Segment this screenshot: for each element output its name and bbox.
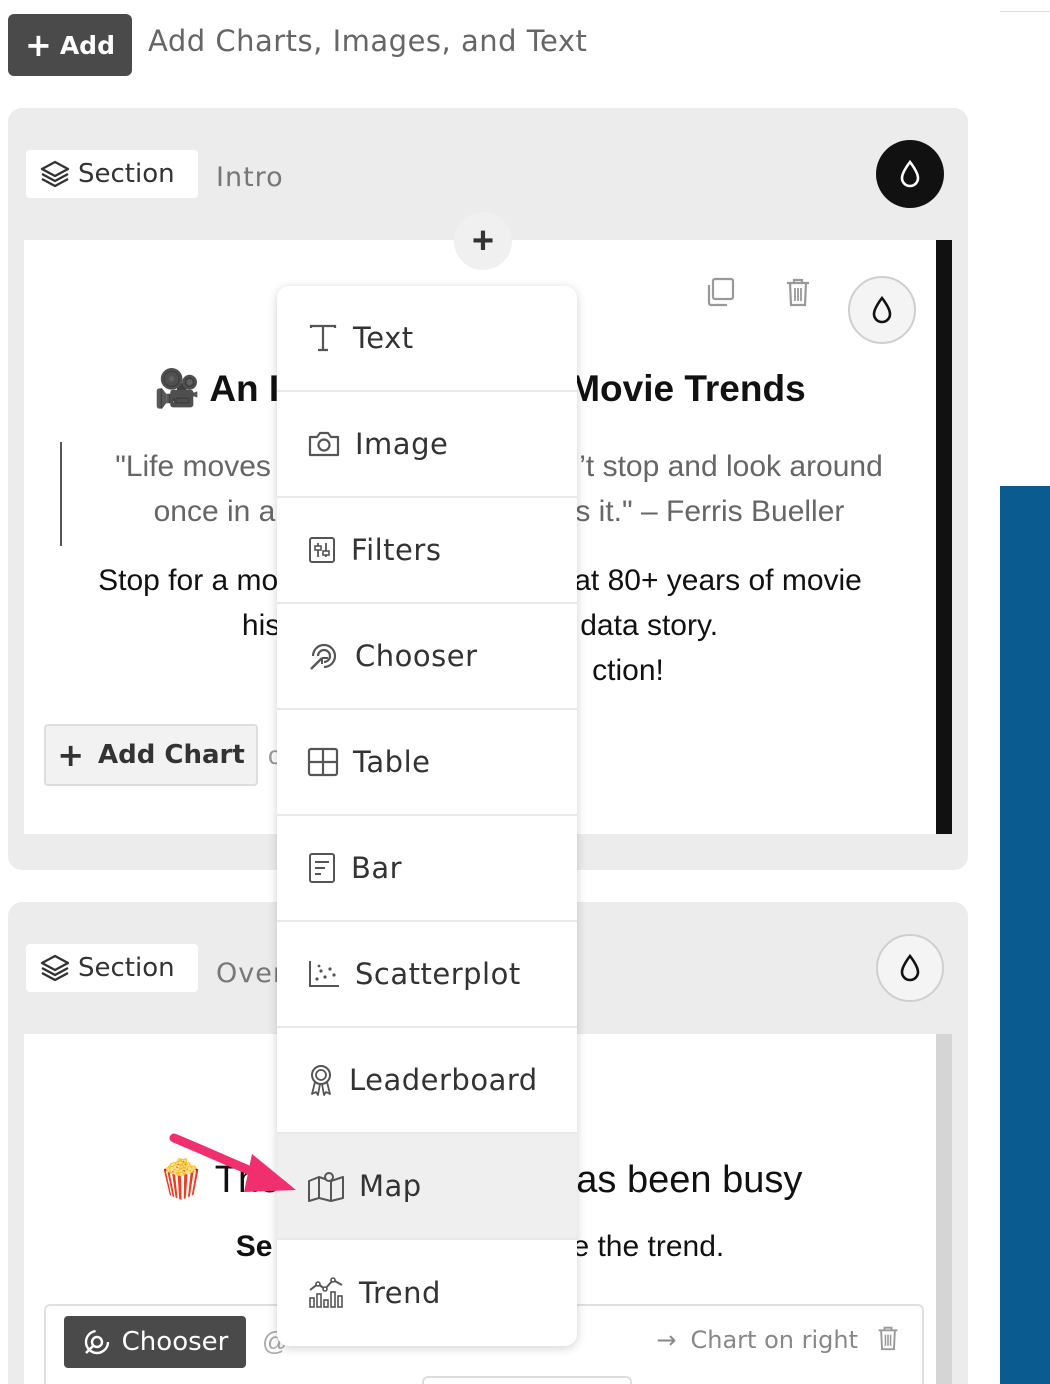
copy-icon[interactable] (704, 276, 736, 308)
add-button-label: Add (59, 30, 115, 60)
droplet-icon (900, 159, 920, 188)
chart-position-label: Chart on right (690, 1326, 859, 1354)
plus-icon: + (57, 736, 84, 774)
right-preview-panel (1000, 486, 1050, 1384)
plus-icon: + (25, 26, 52, 64)
section-style-button[interactable] (876, 934, 944, 1002)
arrow-right-icon: → (656, 1326, 677, 1354)
add-hint-text: Add Charts, Images, and Text (148, 24, 588, 58)
section-name[interactable]: Over (216, 958, 285, 989)
map-icon (308, 1172, 344, 1202)
chooser-label: Chooser (121, 1327, 229, 1357)
filters-icon (309, 537, 335, 563)
table-icon (307, 747, 339, 777)
trend-icon (309, 1277, 343, 1308)
camera-icon (308, 431, 340, 457)
droplet-icon (872, 295, 892, 324)
insert-menu: Text Image Filters Chooser Table Bar Sca… (277, 286, 577, 1346)
card-actions (704, 276, 812, 308)
scatterplot-icon (309, 961, 339, 987)
menu-item-text[interactable]: Text (277, 286, 577, 392)
chooser-button[interactable]: Chooser (64, 1316, 246, 1368)
card-style-button[interactable] (848, 276, 916, 344)
section-tag[interactable]: Section (26, 150, 198, 198)
menu-item-filters[interactable]: Filters (277, 498, 577, 604)
chooser-icon (84, 1329, 109, 1355)
quote-bar (60, 442, 62, 546)
leaderboard-icon (311, 1065, 331, 1096)
chart-position-toggle[interactable]: → Chart on right (656, 1326, 858, 1354)
layers-icon (40, 954, 70, 982)
layers-icon (40, 160, 70, 188)
droplet-icon (900, 953, 920, 982)
section-tag[interactable]: Section (26, 944, 198, 992)
chooser-icon (310, 643, 337, 670)
menu-item-scatterplot[interactable]: Scatterplot (277, 922, 577, 1028)
menu-item-trend[interactable]: Trend (277, 1240, 577, 1346)
trash-icon[interactable] (784, 276, 812, 308)
menu-item-leaderboard[interactable]: Leaderboard (277, 1028, 577, 1134)
menu-item-image[interactable]: Image (277, 392, 577, 498)
text-icon (309, 324, 337, 352)
insert-block-button[interactable]: + (454, 212, 512, 270)
section-tag-label: Section (78, 159, 175, 189)
add-button[interactable]: + Add (8, 14, 132, 76)
add-chart-button[interactable]: + Add Chart (44, 724, 258, 786)
right-panel-top (1000, 0, 1050, 12)
trash-icon[interactable] (876, 1324, 900, 1352)
section-name[interactable]: Intro (216, 162, 284, 193)
annotation-arrow-icon (169, 1133, 296, 1192)
section-style-button[interactable] (876, 140, 944, 208)
chooser-tab[interactable] (422, 1376, 632, 1384)
menu-item-chooser[interactable]: Chooser (277, 604, 577, 710)
menu-item-bar[interactable]: Bar (277, 816, 577, 922)
section-tag-label: Section (78, 953, 175, 983)
menu-item-table[interactable]: Table (277, 710, 577, 816)
menu-item-map[interactable]: Map (277, 1134, 577, 1240)
bar-icon (309, 853, 335, 883)
add-chart-label: Add Chart (98, 740, 245, 770)
